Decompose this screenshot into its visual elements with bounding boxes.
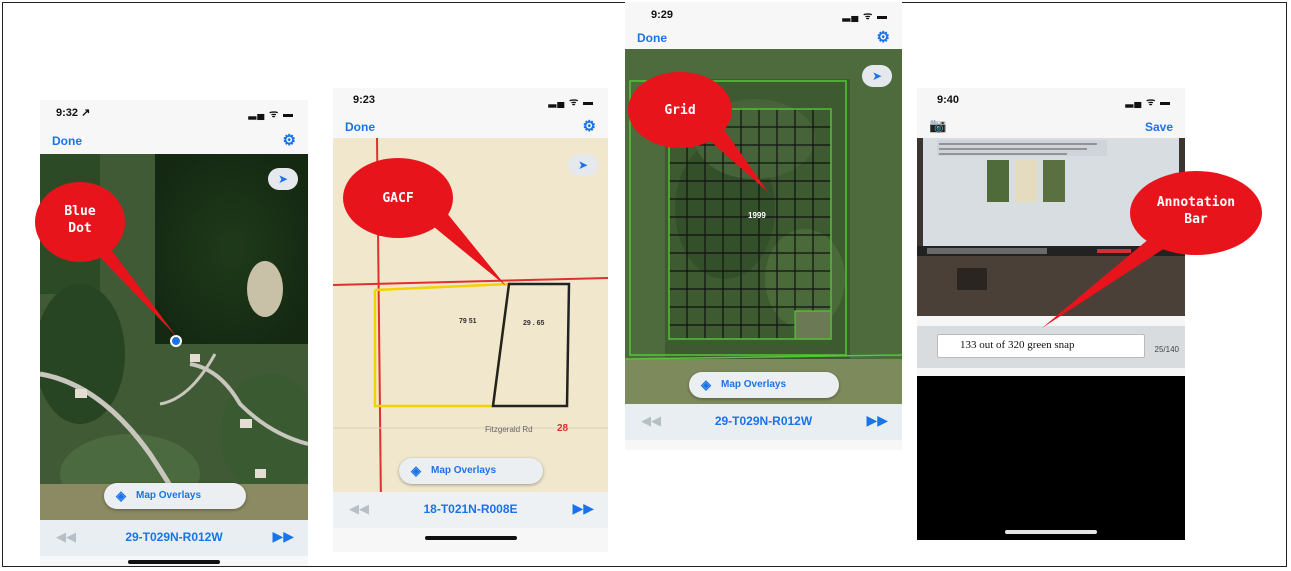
section-label: 29-T029N-R012W bbox=[125, 530, 223, 544]
status-time: 9:40 bbox=[937, 94, 960, 106]
gear-icon[interactable]: ⚙ bbox=[877, 28, 890, 46]
gear-icon[interactable]: ⚙ bbox=[583, 117, 596, 135]
home-indicator bbox=[128, 560, 220, 564]
layers-icon: ◈ bbox=[411, 463, 421, 478]
location-arrow-icon[interactable]: ➤ bbox=[268, 168, 298, 190]
status-icons: ▂▄ ᯤ ▬ bbox=[548, 97, 594, 108]
callout-blue-dot-text: Blue Dot bbox=[64, 204, 96, 236]
next-section-icon[interactable]: ▶▶ bbox=[866, 412, 888, 429]
section-bar: ◀◀ 18-T021N-R008E ▶▶ bbox=[333, 492, 608, 528]
camera-icon[interactable]: 📷 bbox=[929, 117, 946, 134]
home-indicator bbox=[425, 536, 517, 540]
done-button[interactable]: Done bbox=[52, 134, 82, 148]
status-bar: 9:40 ▂▄ ᯤ ▬ bbox=[917, 88, 1185, 112]
status-time: 9:32 ↗ bbox=[56, 107, 91, 119]
home-indicator bbox=[1005, 530, 1097, 534]
location-arrow-icon[interactable]: ➤ bbox=[862, 65, 892, 87]
annotation-input[interactable]: 133 out of 320 green snap bbox=[937, 334, 1145, 358]
photo-counter: 25/140 bbox=[1154, 345, 1179, 354]
gear-icon[interactable]: ⚙ bbox=[283, 131, 296, 149]
callout-annotation-bar-text: Annotation Bar bbox=[1156, 195, 1236, 227]
next-section-icon[interactable]: ▶▶ bbox=[272, 528, 294, 545]
phone-screenshot-blue-dot: 9:32 ↗ ▂▄ ᯤ ▬ Done ⚙ ➤ ◈ Map Overlays ◀◀… bbox=[40, 100, 308, 566]
status-time: 9:23 bbox=[353, 94, 376, 106]
parcel-acreage-a: 79 51 bbox=[459, 318, 477, 325]
blue-dot-marker bbox=[170, 335, 182, 347]
nav-bar: Done ⚙ bbox=[333, 116, 608, 138]
callout-grid-text: Grid bbox=[664, 103, 696, 118]
grid-field-value: 1999 bbox=[748, 211, 766, 220]
nav-bar: Done ⚙ bbox=[40, 130, 308, 152]
nav-bar: 📷 Save bbox=[917, 116, 1185, 138]
annotation-text: 133 out of 320 green snap bbox=[960, 339, 1075, 351]
status-bar: 9:29 ▂▄ ᯤ ▬ bbox=[625, 2, 902, 26]
location-arrow-icon[interactable]: ➤ bbox=[568, 154, 598, 176]
map-overlays-button[interactable]: ◈ Map Overlays bbox=[399, 458, 543, 484]
status-bar: 9:32 ↗ ▂▄ ᯤ ▬ bbox=[40, 100, 308, 124]
layers-icon: ◈ bbox=[116, 488, 126, 503]
road-number: 28 bbox=[557, 423, 569, 434]
done-button[interactable]: Done bbox=[345, 120, 375, 134]
nav-bar: Done ⚙ bbox=[625, 27, 902, 49]
section-label: 29-T029N-R012W bbox=[714, 414, 813, 428]
parcel-acreage-b: 29 . 65 bbox=[523, 320, 545, 327]
status-time: 9:29 bbox=[651, 9, 674, 21]
phone-screenshot-gacf: 9:23 ▂▄ ᯤ ▬ Done ⚙ 79 51 29 . 65 Fitzger… bbox=[333, 88, 608, 552]
road-label: Fitzgerald Rd bbox=[485, 425, 533, 434]
status-icons: ▂▄ ᯤ ▬ bbox=[1125, 97, 1171, 108]
layers-icon: ◈ bbox=[701, 377, 711, 392]
phone-screenshot-grid: 9:29 ▂▄ ᯤ ▬ Done ⚙ 1999 ➤ ◈ Map Overlays… bbox=[625, 2, 902, 450]
save-button[interactable]: Save bbox=[1145, 120, 1173, 134]
status-icons: ▂▄ ᯤ ▬ bbox=[842, 11, 888, 22]
status-bar: 9:23 ▂▄ ᯤ ▬ bbox=[333, 88, 608, 112]
done-button[interactable]: Done bbox=[637, 31, 667, 45]
next-section-icon[interactable]: ▶▶ bbox=[572, 500, 594, 517]
section-bar: ◀◀ 29-T029N-R012W ▶▶ bbox=[625, 404, 902, 440]
black-empty-area bbox=[917, 376, 1185, 540]
callout-gacf-text: GACF bbox=[382, 191, 414, 206]
map-overlays-button[interactable]: ◈ Map Overlays bbox=[104, 483, 246, 509]
section-bar: ◀◀ 29-T029N-R012W ▶▶ bbox=[40, 520, 308, 556]
map-overlays-button[interactable]: ◈ Map Overlays bbox=[689, 372, 839, 398]
annotation-bar: 133 out of 320 green snap 25/140 bbox=[917, 326, 1185, 368]
status-icons: ▂▄ ᯤ ▬ bbox=[248, 109, 294, 120]
section-label: 18-T021N-R008E bbox=[423, 502, 518, 516]
phone-screenshot-annotation: 9:40 ▂▄ ᯤ ▬ 📷 Save 133 out of 320 green … bbox=[917, 88, 1185, 540]
